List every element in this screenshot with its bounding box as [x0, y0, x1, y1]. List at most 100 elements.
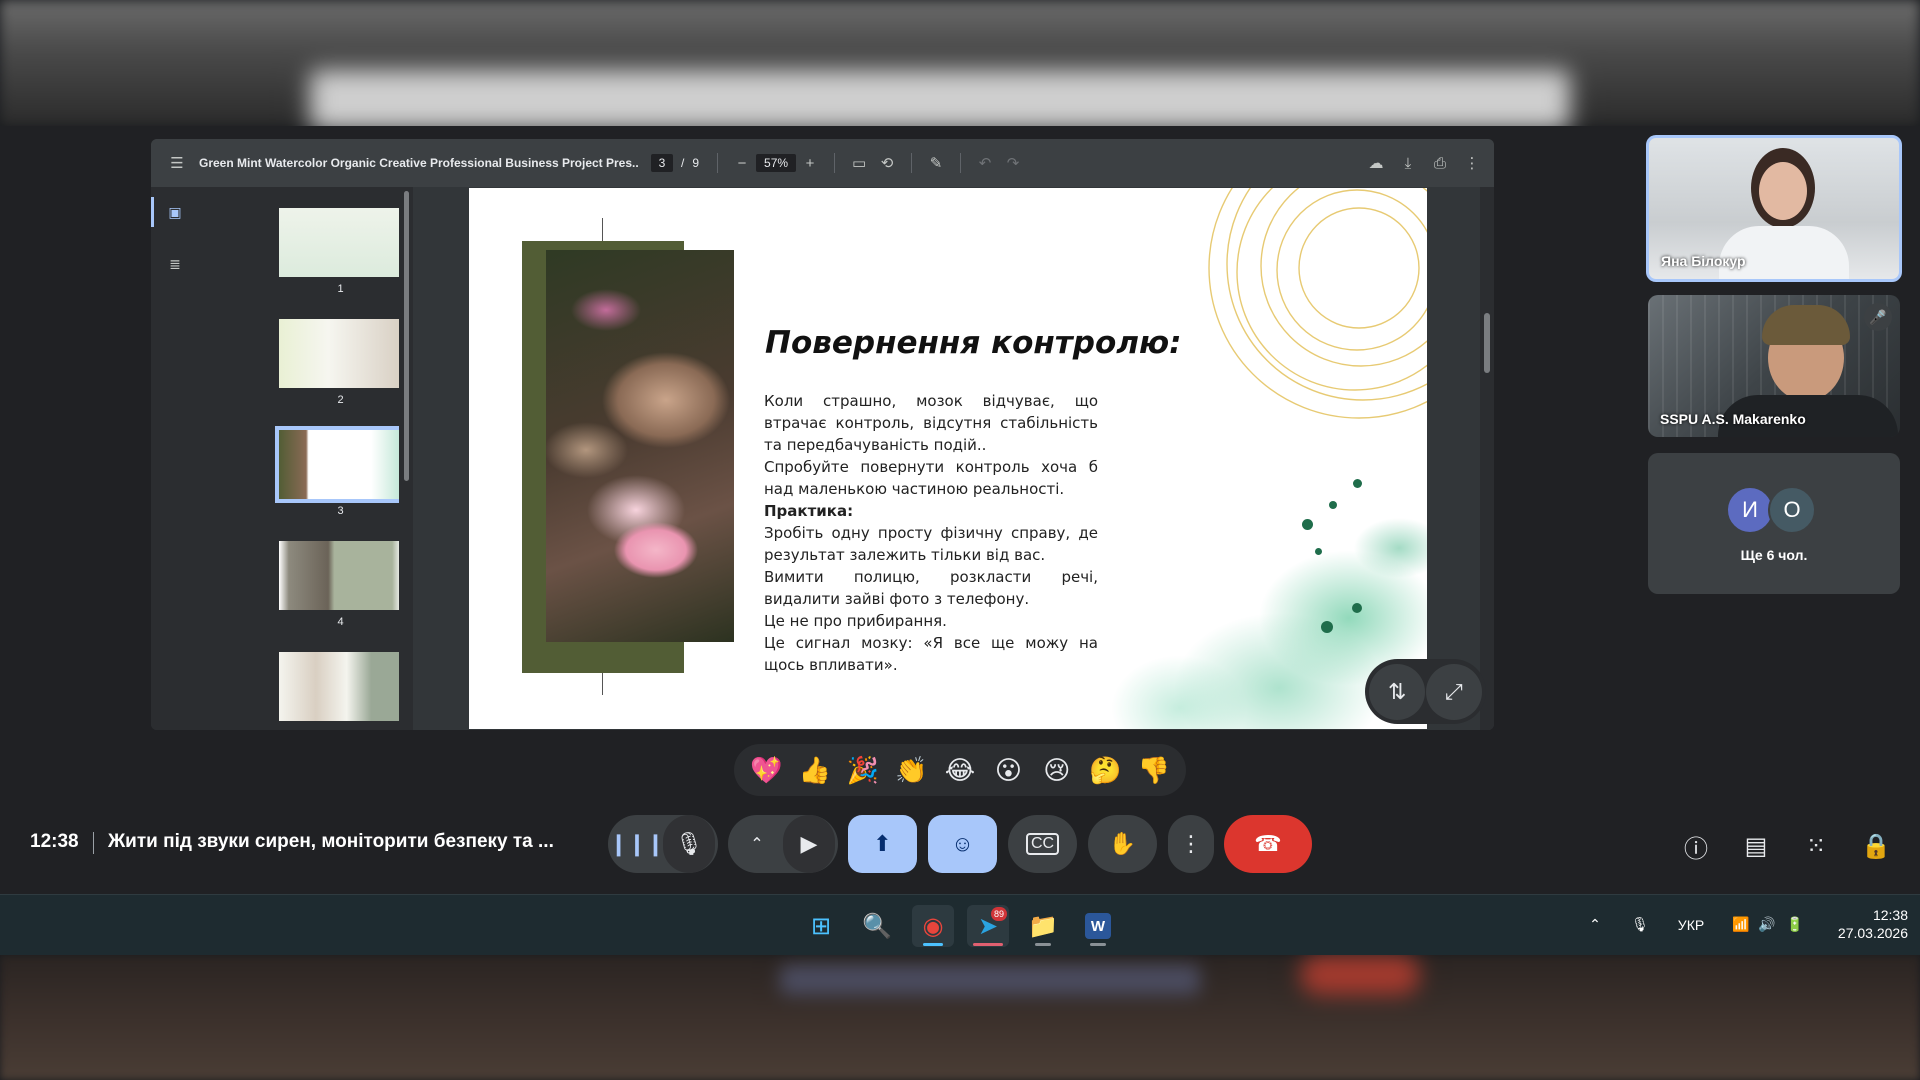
thumbnail-page-1[interactable] [279, 208, 399, 277]
system-clock[interactable]: 12:38 27.03.2026 [1822, 906, 1908, 942]
file-explorer-app[interactable]: 📁 [1022, 905, 1064, 947]
swap-layout-icon[interactable]: ⇅ [1369, 663, 1426, 720]
search-icon: 🔍 [862, 912, 892, 940]
pdf-viewer: ☰ Green Mint Watercolor Organic Creative… [151, 139, 1494, 730]
reaction-thinking[interactable]: 🤔 [1085, 755, 1125, 786]
battery-icon[interactable]: 🔋 [1780, 916, 1810, 933]
captions-button[interactable]: CC [1008, 815, 1077, 873]
reaction-clap[interactable]: 👏 [892, 755, 932, 786]
thumbnails-icon[interactable]: ▣ [165, 202, 185, 222]
annotate-icon[interactable]: ✎ [922, 149, 950, 177]
avatar: О [1768, 486, 1816, 534]
mic-icon[interactable]: 🎙 [663, 815, 715, 873]
decor-dot [1352, 603, 1362, 613]
open-indicator [973, 943, 1003, 946]
rotate-icon[interactable]: ⟲ [873, 149, 901, 177]
participant-hair [1762, 305, 1850, 345]
more-participants-tile[interactable]: И О Ще 6 чол. [1648, 453, 1900, 594]
sidebar-scrollbar[interactable] [400, 187, 413, 730]
practice-line: Це не про прибирання. [764, 612, 947, 630]
page-scrollbar[interactable] [1480, 187, 1494, 730]
word-icon: W [1085, 913, 1111, 939]
chrome-icon: ◉ [922, 912, 944, 940]
reaction-party[interactable]: 🎉 [843, 755, 883, 786]
meeting-time: 12:38 [30, 831, 79, 852]
more-options-icon[interactable]: ⋮ [1458, 149, 1486, 177]
slide-body: Коли страшно, мозок відчуває, що втрачає… [764, 390, 1098, 676]
save-to-drive-icon[interactable]: ☁ [1362, 149, 1390, 177]
participant-tile-1[interactable]: Яна Білокур [1646, 135, 1902, 282]
toolbar-divider [911, 153, 913, 173]
camera-icon[interactable]: ▶ [783, 815, 835, 873]
host-controls-icon[interactable]: 🔒 [1860, 830, 1892, 862]
download-icon[interactable]: ⤓ [1394, 149, 1422, 177]
redo-icon[interactable]: ↷ [999, 149, 1027, 177]
zoom-input[interactable]: 57% [756, 154, 797, 172]
search-button[interactable]: 🔍 [856, 905, 898, 947]
meeting-title: Жити під звуки сирен, моніторити безпеку… [108, 831, 554, 852]
word-app[interactable]: W [1077, 905, 1119, 947]
participant-name: Яна Білокур [1661, 253, 1746, 269]
slide-page: Повернення контролю: Коли страшно, мозок… [469, 188, 1427, 729]
thumbnail-list: 1 2 3 4 [199, 187, 399, 730]
chat-icon[interactable]: ▤ [1740, 830, 1772, 862]
windows-icon: ⊞ [810, 912, 832, 940]
undo-icon[interactable]: ↶ [971, 149, 999, 177]
menu-icon[interactable]: ☰ [163, 149, 191, 177]
toolbar-divider [834, 153, 836, 173]
avatar-stack: И О [1726, 486, 1816, 534]
print-icon[interactable]: ⎙ [1426, 149, 1454, 177]
reaction-laugh[interactable]: 😂 [940, 755, 980, 786]
video-controls: ⌃ ▶ [728, 815, 838, 873]
pdf-page-area: Повернення контролю: Коли страшно, мозок… [413, 187, 1494, 730]
audio-level-icon[interactable]: ❙❙❙ [609, 815, 664, 873]
activities-icon[interactable]: ⁙ [1800, 830, 1832, 862]
thumbnail-page-3[interactable] [275, 426, 399, 503]
reaction-sad[interactable]: 😢 [1037, 755, 1077, 786]
telegram-app[interactable]: ➤ 89 [967, 905, 1009, 947]
reaction-heart[interactable]: 💖 [746, 755, 786, 786]
active-tab-indicator [151, 197, 154, 227]
decor-dot [1315, 548, 1322, 555]
participant-face [1759, 162, 1807, 220]
decor-dot [1329, 501, 1337, 509]
info-icon[interactable]: ⓘ [1680, 830, 1712, 863]
thumbnail-page-5[interactable] [279, 652, 399, 721]
watercolor-sun-decoration [1208, 188, 1427, 419]
end-call-button[interactable]: ☎ [1224, 815, 1312, 873]
page-number-input[interactable]: 3 [651, 154, 673, 172]
reaction-thumbs-up[interactable]: 👍 [795, 755, 835, 786]
chrome-app[interactable]: ◉ [912, 905, 954, 947]
thumbnail-page-4[interactable] [279, 541, 399, 610]
fit-page-icon[interactable]: ▭ [845, 149, 873, 177]
zoom-out-icon[interactable]: − [728, 149, 756, 177]
fullscreen-icon[interactable]: ⤢ [1425, 663, 1482, 720]
reaction-surprised[interactable]: 😮 [988, 755, 1028, 786]
more-options-button[interactable]: ⋮ [1168, 815, 1214, 873]
start-button[interactable]: ⊞ [800, 905, 842, 947]
hand-icon: ✋ [1108, 831, 1137, 856]
language-indicator[interactable]: УКР [1668, 917, 1714, 933]
reaction-thumbs-down[interactable]: 👎 [1134, 755, 1174, 786]
outline-icon[interactable]: ≣ [165, 254, 185, 274]
raise-hand-button[interactable]: ✋ [1088, 815, 1157, 873]
wifi-icon[interactable]: 📶 [1728, 916, 1754, 933]
more-vert-icon: ⋮ [1180, 831, 1202, 856]
volume-icon[interactable]: 🔊 [1754, 916, 1780, 933]
present-screen-button[interactable]: ⬆ [848, 815, 917, 873]
participant-name: SSPU A.S. Makarenko [1660, 411, 1806, 427]
emoji-button[interactable]: ☺ [928, 815, 997, 873]
thumbnail-page-2[interactable] [279, 319, 399, 388]
flower-photo [546, 250, 734, 642]
pdf-title: Green Mint Watercolor Organic Creative P… [199, 156, 639, 170]
zoom-in-icon[interactable]: + [796, 149, 824, 177]
participant-tile-2[interactable]: 🎤 SSPU A.S. Makarenko [1648, 295, 1900, 437]
notification-badge: 89 [991, 907, 1007, 921]
decor-line [602, 218, 603, 242]
sidebar-tabs: ▣ ≣ [151, 187, 199, 730]
chevron-up-icon[interactable]: ⌃ [731, 815, 783, 873]
chevron-up-icon[interactable]: ⌃ [1580, 916, 1610, 933]
active-indicator [923, 943, 943, 946]
present-icon: ⬆ [873, 831, 892, 856]
mic-tray-icon[interactable]: 🎙 [1620, 916, 1660, 933]
